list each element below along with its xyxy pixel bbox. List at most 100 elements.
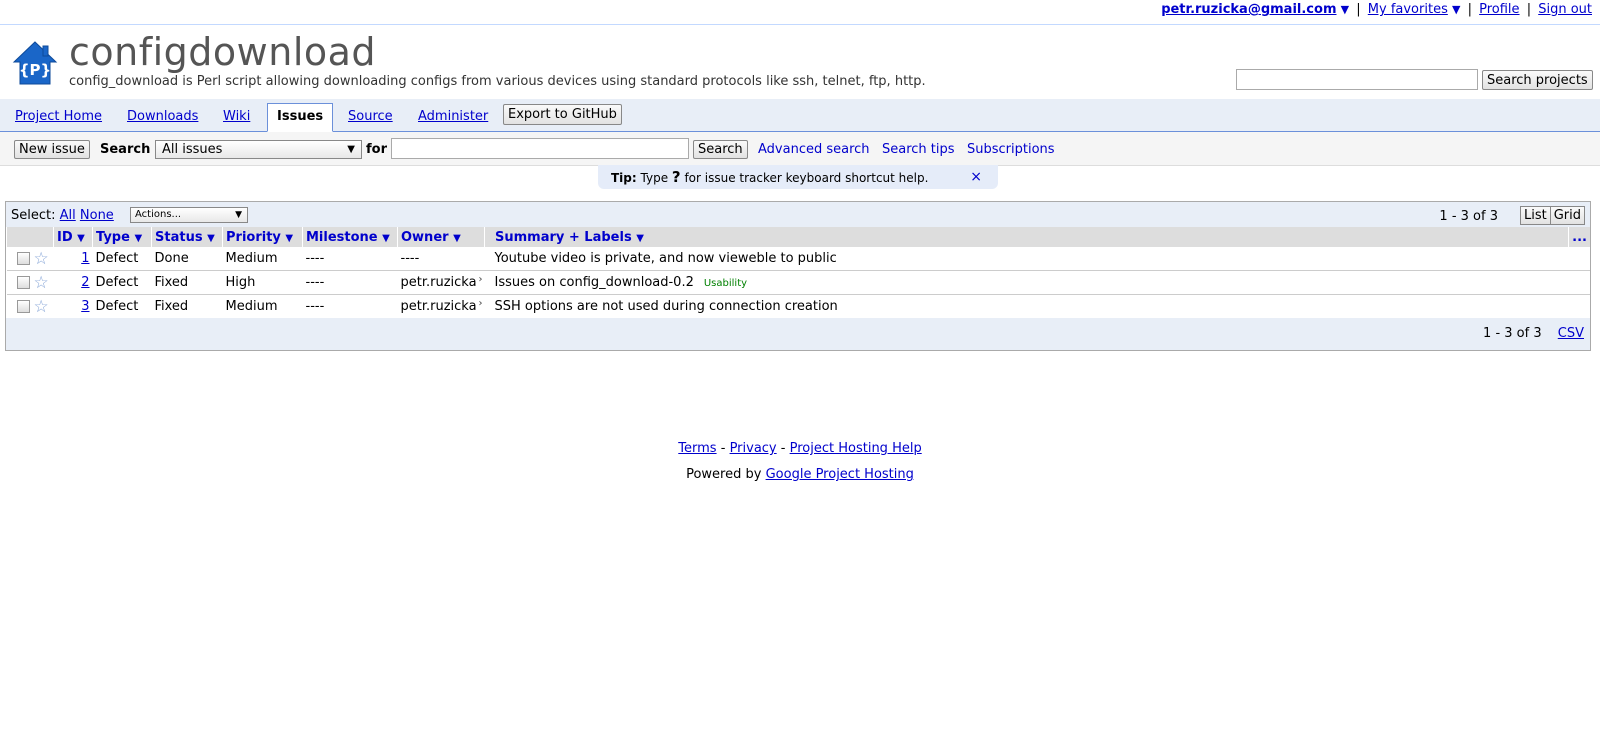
footer-dash: -	[780, 441, 786, 456]
issue-owner[interactable]: ----	[398, 247, 485, 271]
owner-menu-arrow-icon[interactable]: ›	[479, 274, 483, 285]
issue-milestone[interactable]: ----	[303, 247, 398, 271]
owner-name[interactable]: ----	[401, 251, 420, 266]
issue-status[interactable]: Fixed	[151, 294, 223, 318]
issue-status[interactable]: Fixed	[151, 270, 223, 295]
google-project-hosting-link[interactable]: Google Project Hosting	[766, 467, 914, 482]
pagination-count: 1 - 3 of 3	[1483, 326, 1542, 341]
issue-priority[interactable]: High	[222, 270, 303, 295]
issue-query-input[interactable]	[391, 138, 689, 159]
summary-text[interactable]: SSH options are not used during connecti…	[495, 299, 838, 314]
column-header-summary[interactable]: Summary + Labels ▼	[483, 227, 1569, 247]
sort-status-link[interactable]: Status	[155, 230, 203, 245]
advanced-search-link[interactable]: Advanced search	[758, 142, 870, 157]
star-icon[interactable]: ☆	[34, 297, 49, 317]
issue-label[interactable]: Usability	[704, 278, 747, 289]
star-icon[interactable]: ☆	[34, 249, 49, 269]
column-header-priority[interactable]: Priority ▼	[222, 227, 303, 247]
project-name[interactable]: configdownload	[69, 30, 376, 74]
sort-caret-icon[interactable]: ▼	[636, 233, 644, 244]
search-projects-button[interactable]: Search projects	[1482, 70, 1593, 90]
tab-wiki[interactable]: Wiki	[223, 109, 250, 124]
sign-out-link[interactable]: Sign out	[1538, 2, 1592, 17]
list-view-button[interactable]: List	[1519, 206, 1551, 225]
issue-owner[interactable]: petr.ruzicka ›	[397, 270, 485, 295]
owner-menu-arrow-icon[interactable]: ›	[479, 298, 483, 309]
row-checkbox[interactable]	[16, 252, 30, 265]
issue-type[interactable]: Defect	[93, 247, 152, 271]
grid-view-button[interactable]: Grid	[1550, 206, 1585, 225]
favorites-caret-icon[interactable]: ▼	[1452, 3, 1460, 16]
sort-milestone-link[interactable]: Milestone	[306, 230, 378, 245]
tab-project-home[interactable]: Project Home	[15, 109, 102, 124]
sort-id-link[interactable]: ID	[57, 230, 73, 245]
sort-caret-icon[interactable]: ▼	[382, 233, 390, 244]
account-email-link[interactable]: petr.ruzicka@gmail.com	[1161, 2, 1336, 17]
more-columns-link[interactable]: ...	[1572, 230, 1587, 245]
select-all-link[interactable]: All	[60, 208, 76, 223]
search-tips-link[interactable]: Search tips	[882, 142, 955, 157]
column-header-id[interactable]: ID ▼	[53, 227, 93, 247]
issue-priority[interactable]: Medium	[223, 247, 303, 271]
owner-name[interactable]: petr.ruzicka	[401, 275, 477, 290]
export-to-github-button[interactable]: Export to GitHub	[503, 104, 622, 125]
column-header-select	[6, 227, 54, 247]
subscriptions-link[interactable]: Subscriptions	[967, 142, 1055, 157]
issue-owner[interactable]: petr.ruzicka ›	[397, 294, 485, 318]
tab-source[interactable]: Source	[348, 109, 393, 124]
column-header-milestone[interactable]: Milestone ▼	[302, 227, 398, 247]
sort-caret-icon[interactable]: ▼	[285, 233, 293, 244]
table-row[interactable]: ☆ 1 Defect Done Medium ---- ---- Youtube…	[7, 247, 1591, 271]
tab-administer[interactable]: Administer	[418, 109, 488, 124]
account-menu-caret-icon[interactable]: ▼	[1341, 3, 1349, 16]
project-logo-icon[interactable]: {P}	[12, 40, 58, 86]
row-checkbox[interactable]	[16, 276, 30, 289]
project-search-input[interactable]	[1236, 69, 1478, 90]
issue-milestone[interactable]: ----	[302, 294, 398, 318]
actions-select[interactable]: Actions... ▼	[130, 207, 248, 223]
sort-caret-icon[interactable]: ▼	[207, 233, 215, 244]
issue-id-link[interactable]: 2	[81, 275, 89, 290]
sort-caret-icon[interactable]: ▼	[134, 233, 142, 244]
table-row[interactable]: ☆ 3 Defect Fixed Medium ---- petr.ruzick…	[6, 294, 1590, 318]
issue-milestone[interactable]: ----	[302, 270, 398, 295]
column-header-owner[interactable]: Owner ▼	[397, 227, 485, 247]
select-none-link[interactable]: None	[80, 208, 114, 223]
table-row[interactable]: ☆ 2 Defect Fixed High ---- petr.ruzicka ›…	[6, 270, 1590, 295]
search-issues-button[interactable]: Search	[693, 140, 748, 159]
tab-issues[interactable]: Issues	[267, 103, 334, 132]
issue-id-link[interactable]: 3	[81, 299, 89, 314]
privacy-link[interactable]: Privacy	[730, 441, 777, 456]
sort-caret-icon[interactable]: ▼	[453, 233, 461, 244]
column-options[interactable]: ...	[1568, 227, 1590, 247]
issue-id-link[interactable]: 1	[81, 251, 89, 266]
issue-type[interactable]: Defect	[92, 294, 152, 318]
terms-link[interactable]: Terms	[678, 441, 716, 456]
issue-type[interactable]: Defect	[92, 270, 152, 295]
sort-priority-link[interactable]: Priority	[226, 230, 281, 245]
summary-text[interactable]: Issues on config_download-0.2	[495, 275, 694, 290]
sort-caret-icon[interactable]: ▼	[77, 233, 85, 244]
my-favorites-link[interactable]: My favorites	[1368, 2, 1448, 17]
row-checkbox[interactable]	[16, 300, 30, 313]
issue-summary[interactable]: Issues on config_download-0.2 Usability	[484, 270, 1569, 295]
column-header-status[interactable]: Status ▼	[151, 227, 223, 247]
sort-owner-link[interactable]: Owner	[401, 230, 449, 245]
issue-summary[interactable]: SSH options are not used during connecti…	[484, 294, 1569, 318]
csv-export-link[interactable]: CSV	[1558, 326, 1584, 341]
issue-priority[interactable]: Medium	[222, 294, 303, 318]
profile-link[interactable]: Profile	[1479, 2, 1519, 17]
new-issue-button[interactable]: New issue	[14, 140, 90, 159]
sort-summary-link[interactable]: Summary + Labels	[495, 230, 632, 245]
column-header-type[interactable]: Type ▼	[92, 227, 152, 247]
project-hosting-help-link[interactable]: Project Hosting Help	[790, 441, 922, 456]
issue-status[interactable]: Done	[152, 247, 223, 271]
owner-name[interactable]: petr.ruzicka	[401, 299, 477, 314]
close-icon[interactable]: ×	[970, 165, 982, 189]
star-icon[interactable]: ☆	[34, 273, 49, 293]
tab-downloads[interactable]: Downloads	[127, 109, 198, 124]
sort-type-link[interactable]: Type	[96, 230, 130, 245]
search-scope-select[interactable]: All issues ▼	[155, 140, 362, 159]
summary-text[interactable]: Youtube video is private, and now vieweb…	[495, 251, 837, 266]
issue-summary[interactable]: Youtube video is private, and now vieweb…	[485, 247, 1569, 271]
